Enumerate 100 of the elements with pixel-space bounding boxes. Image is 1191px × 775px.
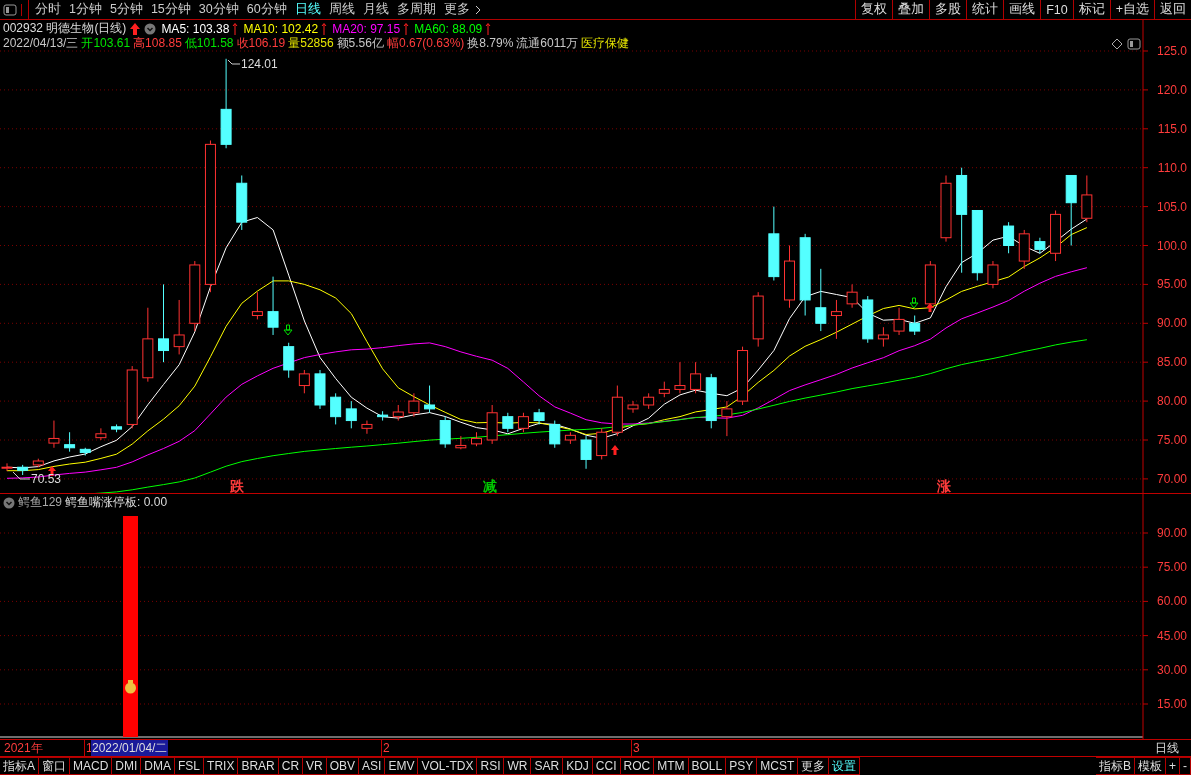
indicator-tab[interactable]: FSL [175,757,205,775]
toolbar-button[interactable]: 叠加 [892,0,930,19]
indicator-tab[interactable]: KDJ [563,757,593,775]
period-tab[interactable]: 1分钟 [65,0,106,19]
indicator-tab[interactable]: MTM [654,757,689,775]
indicator-axis-label: 15.00 [1156,697,1187,711]
candlestick [564,431,576,445]
indicator-tab[interactable]: ROC [620,757,655,775]
indicator-tab[interactable]: 更多 [798,757,830,775]
down-arrow-icon [909,297,919,309]
toolbar-button[interactable]: 标记 [1072,0,1110,19]
candlestick [251,291,263,320]
indicator-tab[interactable]: VOL-TDX [418,757,478,775]
indicator-tab[interactable]: + [1166,757,1180,775]
price-axis-label: 120.0 [1156,82,1187,97]
candlestick [32,458,44,468]
candlestick [189,260,201,332]
panel-toggle-icon[interactable] [1127,38,1141,50]
indicator-tab[interactable]: 指标A [0,757,39,775]
candlestick [455,435,467,450]
period-tab[interactable]: 60分钟 [242,0,291,19]
panel-toggle-icon[interactable] [3,3,22,16]
up-arrow-icon [321,22,328,35]
toolbar-button[interactable]: 复权 [855,0,893,19]
indicator-tab[interactable]: BOLL [688,757,727,775]
candlestick [580,435,592,470]
indicator-tab[interactable]: RSI [477,757,505,775]
indicator-tab[interactable]: MCST [757,757,799,775]
leader-line [227,59,241,65]
toolbar-button[interactable]: 统计 [966,0,1004,19]
indicator-tab[interactable]: SAR [531,757,564,775]
period-tab[interactable]: 多周期 [392,0,440,19]
candlestick [486,404,498,445]
candlestick [48,420,60,449]
toolbar-button[interactable]: 多股 [929,0,967,19]
candlestick [596,427,608,460]
period-tab[interactable]: 30分钟 [194,0,243,19]
indicator-tab[interactable]: EMV [385,757,419,775]
candlestick [1050,210,1062,262]
indicator-tab[interactable]: OBV [326,757,360,775]
candlestick [784,245,795,309]
indicator-tab[interactable]: 模板 [1135,757,1166,775]
toolbar-button[interactable]: 返回 [1154,0,1191,19]
quote-value: 收106.19 [236,35,286,52]
period-tab[interactable]: 月线 [358,0,393,19]
indicator-tab[interactable]: PSY [726,757,758,775]
indicator-tab[interactable]: 窗口 [39,757,70,775]
candlestick [690,361,702,394]
price-axis-label: 95.00 [1156,277,1187,292]
period-tab[interactable]: 分时 [31,0,65,19]
period-tab[interactable]: 更多 [439,0,474,19]
candlestick [392,404,404,422]
candlestick [298,369,310,394]
indicator-tab[interactable]: 指标B [1095,757,1135,775]
indicator-tab[interactable]: DMI [112,757,142,775]
candlestick [471,431,482,447]
price-axis-label: 90.00 [1156,316,1187,331]
toolbar-button[interactable]: F10 [1040,0,1073,19]
candlestick [862,295,874,344]
indicator-tab[interactable]: CCI [592,757,621,775]
candlestick [893,307,905,336]
up-arrow-icon [129,22,142,35]
candlestick [1003,221,1015,254]
chevron-right-icon[interactable] [473,4,482,15]
indicator-tab[interactable]: DMA [141,757,176,775]
candlestick [987,260,999,289]
leader-line [12,471,31,480]
indicator-tab[interactable]: BRAR [238,757,279,775]
period-tab[interactable]: 15分钟 [146,0,195,19]
candlestick [126,365,138,429]
period-tab[interactable]: 5分钟 [105,0,147,19]
indicator-tab[interactable]: WR [504,757,532,775]
up-arrow-icon [485,22,492,35]
price-axis-label: 110.0 [1157,160,1187,175]
price-axis-label: 70.00 [1156,471,1187,486]
indicator-tab[interactable]: TRIX [204,757,239,775]
candlestick [424,385,436,414]
indicator-tab[interactable]: MACD [70,757,113,775]
toolbar-button[interactable]: +自选 [1109,0,1154,19]
period-tab[interactable]: 日线 [290,0,325,19]
candlestick [846,283,858,309]
dropdown-icon[interactable] [3,496,15,509]
indicator-tab[interactable]: VR [303,757,327,775]
candlestick [611,385,623,437]
indicator-tab[interactable]: ASI [359,757,386,775]
indicator-tab[interactable]: 设置 [829,757,861,775]
period-label: 日线 [1155,739,1179,757]
dropdown-icon[interactable] [144,22,157,35]
period-tab[interactable]: 周线 [324,0,359,19]
quote-value: 高108.85 [133,35,182,52]
candlestick [408,392,420,418]
indicator-tab[interactable]: - [1180,757,1191,775]
toolbar-button[interactable]: 画线 [1003,0,1041,19]
quote-value: 2022/04/13/三 [3,35,79,52]
diamond-icon[interactable] [1111,38,1123,50]
indicator-tab[interactable]: CR [278,757,304,775]
quote-value: 开103.61 [81,35,131,52]
candlestick [674,361,686,394]
candlestick [1034,237,1046,254]
candlestick [830,299,842,340]
